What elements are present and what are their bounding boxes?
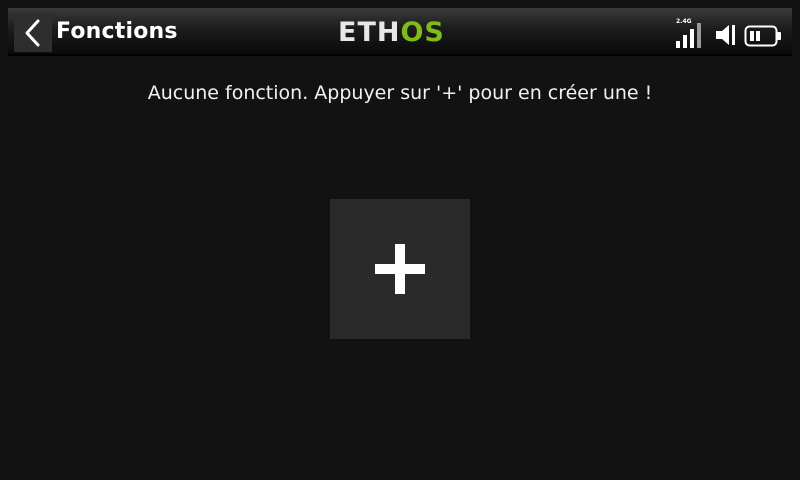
speaker-icon: [716, 25, 735, 45]
logo-eth: ETH: [338, 17, 401, 48]
status-area: 2.4G: [676, 18, 782, 48]
band-label: 2.4G: [676, 18, 692, 25]
battery-icon: [744, 25, 781, 47]
add-function-button[interactable]: [330, 199, 470, 339]
ethos-logo: ETH OS: [338, 18, 445, 48]
page-title: Fonctions: [56, 19, 178, 44]
top-bar: Fonctions ETH OS 2.4G: [8, 8, 792, 56]
signal-bar: [697, 23, 701, 48]
chevron-left-icon: [25, 19, 40, 47]
back-button[interactable]: [14, 14, 52, 52]
logo-os: OS: [400, 17, 445, 48]
signal-bar: [676, 41, 680, 48]
signal-bar: [683, 35, 687, 48]
empty-state-message: Aucune fonction. Appuyer sur '+' pour en…: [147, 82, 653, 104]
signal-bars-icon: 2.4G: [676, 18, 708, 48]
signal-bar: [690, 29, 694, 48]
plus-icon: [375, 244, 425, 294]
